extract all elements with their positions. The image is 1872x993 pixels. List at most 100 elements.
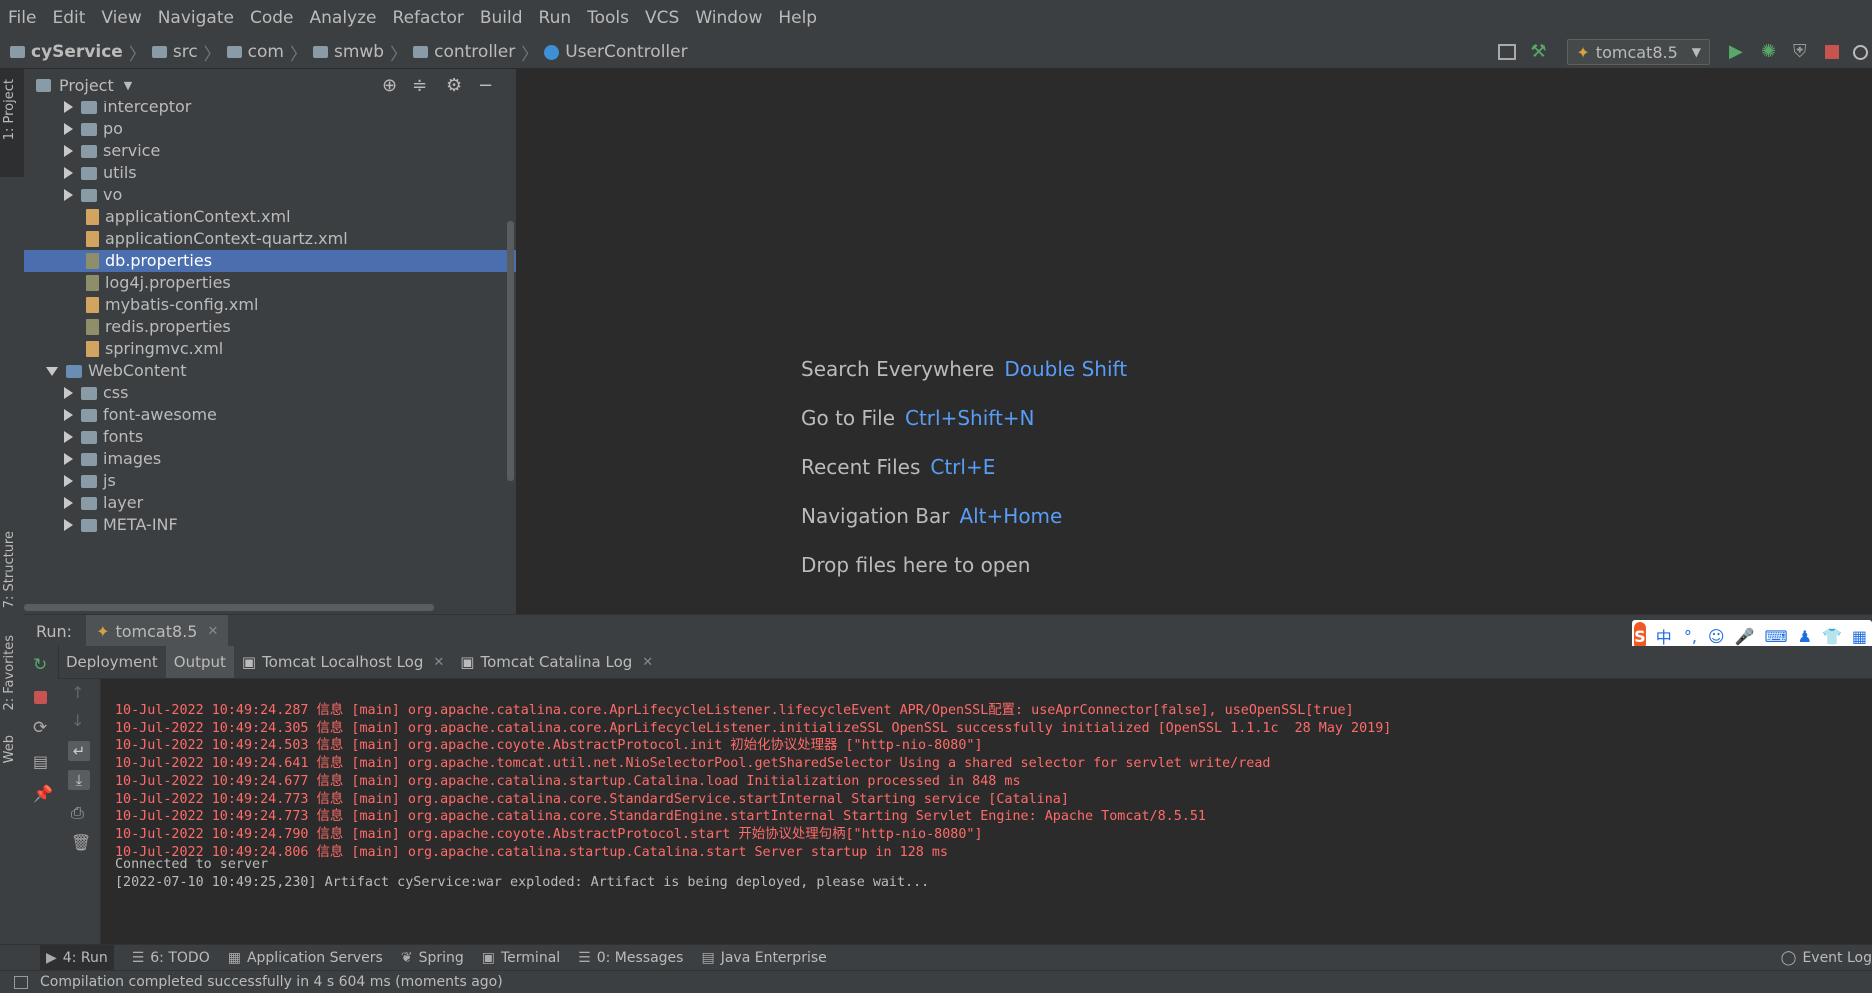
- menu-vcs[interactable]: VCS: [637, 8, 687, 28]
- locate-icon[interactable]: ⊕: [382, 75, 397, 96]
- tree-item-po[interactable]: po: [24, 118, 516, 140]
- menu-code[interactable]: Code: [242, 8, 302, 28]
- tree-item-interceptor[interactable]: interceptor: [24, 101, 516, 118]
- collapsed-arrow-icon[interactable]: [64, 475, 73, 487]
- run-icon[interactable]: ▶: [1729, 43, 1747, 61]
- tree-item-font-awesome[interactable]: font-awesome: [24, 404, 516, 426]
- close-icon[interactable]: ✕: [642, 655, 653, 670]
- collapsed-arrow-icon[interactable]: [64, 519, 73, 531]
- layout-icon[interactable]: ▤: [33, 754, 49, 770]
- breadcrumb-project[interactable]: cyService 〉: [10, 40, 146, 65]
- editor-area[interactable]: Search Everywhere Double Shift Go to File…: [517, 69, 1872, 614]
- tab-deployment[interactable]: Deployment: [58, 646, 166, 678]
- menu-analyze[interactable]: Analyze: [302, 8, 385, 28]
- soft-wrap-icon[interactable]: ↵: [68, 741, 90, 761]
- console-output[interactable]: 10-Jul-2022 10:49:24.287 信息 [main] org.a…: [101, 679, 1872, 944]
- search-icon[interactable]: [1853, 44, 1868, 60]
- breadcrumb-controller[interactable]: controller 〉: [413, 40, 538, 65]
- debug-icon[interactable]: ✺: [1761, 43, 1779, 61]
- gear-icon[interactable]: ⚙: [446, 75, 462, 96]
- tree-item-vo[interactable]: vo: [24, 184, 516, 206]
- microphone-icon[interactable]: 🎤: [1735, 627, 1755, 646]
- toolwindow-terminal[interactable]: ▣ Terminal: [482, 950, 560, 966]
- tree-item-images[interactable]: images: [24, 448, 516, 470]
- down-arrow-icon[interactable]: ↓: [71, 713, 87, 729]
- stop-icon[interactable]: [34, 691, 47, 704]
- tree-item-js[interactable]: js: [24, 470, 516, 492]
- menu-navigate[interactable]: Navigate: [150, 8, 242, 28]
- up-arrow-icon[interactable]: ↑: [71, 685, 87, 701]
- project-view-select[interactable]: Project: [59, 76, 114, 95]
- collapsed-arrow-icon[interactable]: [64, 123, 73, 135]
- tree-item-redis-properties[interactable]: redis.properties: [24, 316, 516, 338]
- toolwindow-application-servers[interactable]: ▦ Application Servers: [228, 950, 383, 966]
- menu-edit[interactable]: Edit: [44, 8, 93, 28]
- toolwindow-event-log[interactable]: ◯ Event Log: [1781, 950, 1872, 966]
- breadcrumb-smwb[interactable]: smwb 〉: [312, 40, 407, 65]
- tree-item-webcontent[interactable]: WebContent: [24, 360, 516, 382]
- rerun-icon[interactable]: ↻: [33, 657, 49, 674]
- menu-build[interactable]: Build: [472, 8, 531, 28]
- collapsed-arrow-icon[interactable]: [64, 387, 73, 399]
- tree-item-layer[interactable]: layer: [24, 492, 516, 514]
- menu-help[interactable]: Help: [770, 8, 825, 28]
- tree-item-db-properties[interactable]: db.properties: [24, 250, 516, 272]
- menu-file[interactable]: File: [0, 8, 44, 28]
- toolwindow-messages[interactable]: ☰ 0: Messages: [578, 950, 683, 966]
- tree-item-mybatis-config-xml[interactable]: mybatis-config.xml: [24, 294, 516, 316]
- print-icon[interactable]: ⎙: [71, 805, 87, 821]
- stripe-structure-tab[interactable]: 7: Structure: [2, 531, 17, 608]
- tree-item-log4j-properties[interactable]: log4j.properties: [24, 272, 516, 294]
- toolwindow-todo[interactable]: ☰ 6: TODO: [132, 950, 210, 966]
- expanded-arrow-icon[interactable]: [46, 366, 58, 376]
- tab-tomcat-localhost-log[interactable]: ▣ Tomcat Localhost Log ✕: [234, 646, 452, 678]
- run-configuration-select[interactable]: ✦ tomcat8.5 ▼: [1567, 39, 1710, 65]
- stripe-favorites-tab[interactable]: 2: Favorites: [2, 635, 17, 711]
- collapsed-arrow-icon[interactable]: [64, 453, 73, 465]
- tree-item-applicationcontext-xml[interactable]: applicationContext.xml: [24, 206, 516, 228]
- update-icon[interactable]: ⟳: [33, 720, 49, 737]
- status-message[interactable]: Compilation completed successfully in 4 …: [40, 974, 503, 990]
- tree-scrollbar[interactable]: [507, 221, 514, 481]
- hammer-build-icon[interactable]: ⚒: [1530, 43, 1548, 61]
- user-icon[interactable]: ♟: [1798, 627, 1812, 646]
- breadcrumb-usercontroller[interactable]: UserController: [544, 42, 688, 62]
- collapsed-arrow-icon[interactable]: [64, 431, 73, 443]
- trash-icon[interactable]: 🗑: [71, 835, 91, 851]
- layout-icon[interactable]: [1498, 44, 1517, 60]
- tab-output[interactable]: Output: [165, 646, 234, 678]
- collapsed-arrow-icon[interactable]: [64, 409, 73, 421]
- coverage-icon[interactable]: ⛨: [1793, 43, 1811, 61]
- tree-item-fonts[interactable]: fonts: [24, 426, 516, 448]
- tree-item-service[interactable]: service: [24, 140, 516, 162]
- menu-refactor[interactable]: Refactor: [385, 8, 472, 28]
- collapsed-arrow-icon[interactable]: [64, 101, 73, 113]
- run-tab[interactable]: ✦ tomcat8.5 ✕: [86, 615, 229, 647]
- breadcrumb-src[interactable]: src 〉: [151, 40, 221, 65]
- tree-item-utils[interactable]: utils: [24, 162, 516, 184]
- skin-icon[interactable]: 👕: [1822, 627, 1842, 646]
- close-icon[interactable]: ✕: [207, 624, 218, 639]
- close-icon[interactable]: ✕: [433, 655, 444, 670]
- collapsed-arrow-icon[interactable]: [64, 497, 73, 509]
- toolwindow-java-enterprise[interactable]: ▤ Java Enterprise: [701, 950, 826, 966]
- menu-window[interactable]: Window: [687, 8, 770, 28]
- pin-icon[interactable]: 📌: [33, 786, 53, 802]
- grid-icon[interactable]: ▦: [1852, 627, 1867, 646]
- collapsed-arrow-icon[interactable]: [64, 145, 73, 157]
- dropdown-arrow-icon[interactable]: ▼: [124, 79, 132, 92]
- scroll-to-end-icon[interactable]: ⤓: [68, 770, 90, 790]
- tree-item-css[interactable]: css: [24, 382, 516, 404]
- collapsed-arrow-icon[interactable]: [64, 167, 73, 179]
- stripe-web-tab[interactable]: Web: [2, 735, 17, 763]
- tree-item-meta-inf[interactable]: META-INF: [24, 514, 516, 536]
- toolwindow-spring[interactable]: ❦ Spring: [401, 950, 464, 966]
- breadcrumb-com[interactable]: com 〉: [226, 40, 307, 65]
- hide-icon[interactable]: −: [478, 75, 493, 96]
- ime-language-indicator[interactable]: 中: [1656, 624, 1672, 648]
- tree-item-applicationcontext-quartz-xml[interactable]: applicationContext-quartz.xml: [24, 228, 516, 250]
- status-icon[interactable]: [14, 975, 28, 989]
- tree-item-springmvc-xml[interactable]: springmvc.xml: [24, 338, 516, 360]
- keyboard-icon[interactable]: ⌨: [1765, 627, 1788, 646]
- horizontal-scrollbar[interactable]: [24, 604, 434, 611]
